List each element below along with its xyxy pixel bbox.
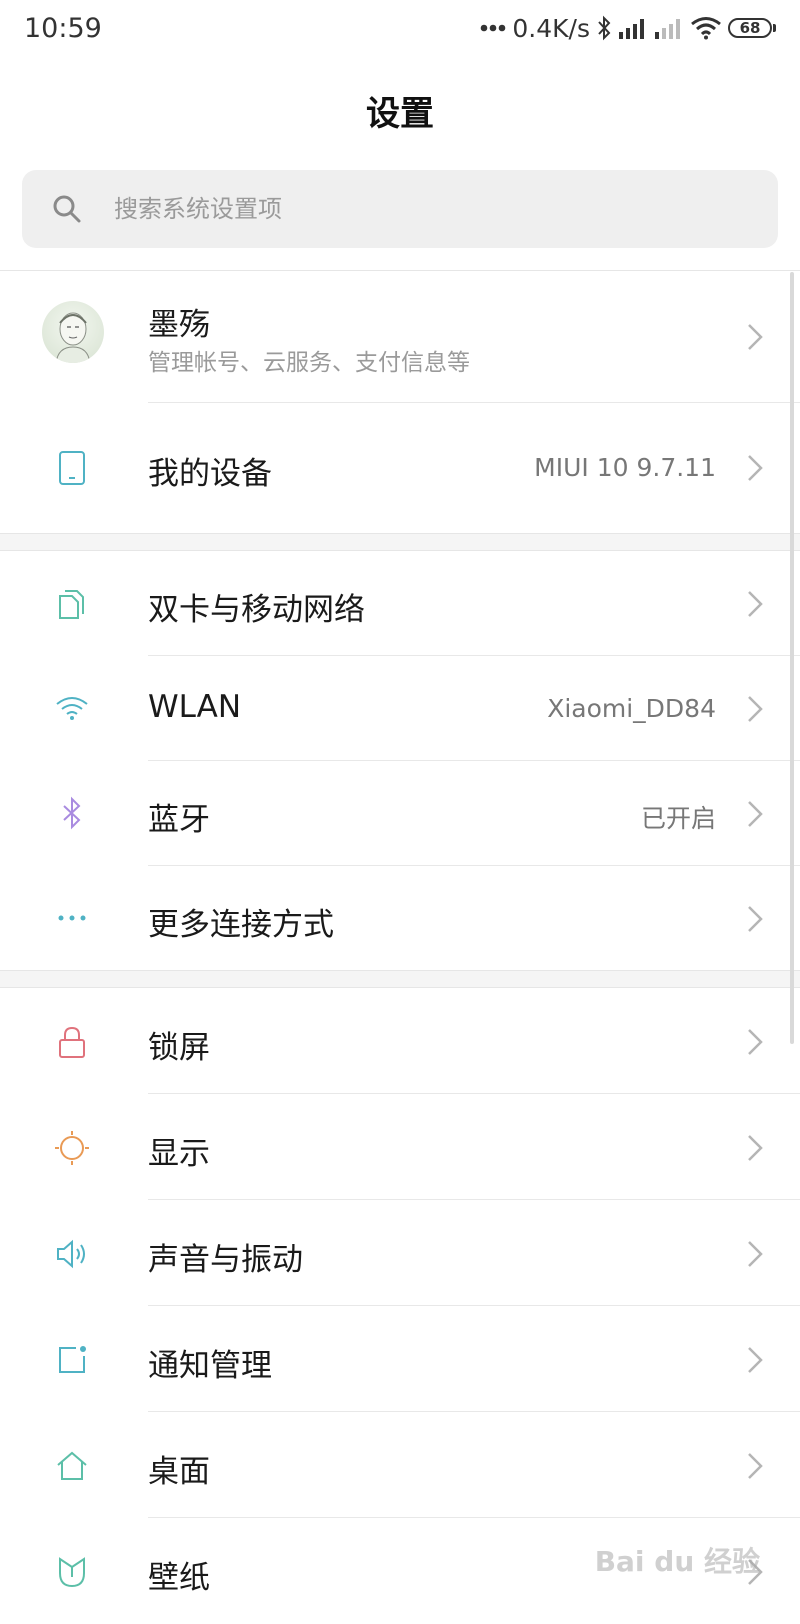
account-name: 墨殇 xyxy=(148,307,210,343)
wallpaper-icon xyxy=(52,1552,92,1592)
notification-row[interactable]: 通知管理 xyxy=(0,1306,800,1412)
my-device-value: MIUI 10 9.7.11 xyxy=(534,453,716,482)
settings-list: 墨殇 管理帐号、云服务、支付信息等 我的设备 MIUI 10 9.7.11 双卡… xyxy=(0,271,800,1624)
dual-sim-row[interactable]: 双卡与移动网络 xyxy=(0,551,800,656)
more-connections-label: 更多连接方式 xyxy=(148,907,334,943)
scrollbar[interactable] xyxy=(790,272,794,1044)
net-speed: 0.4K/s xyxy=(512,13,590,43)
chevron-right-icon xyxy=(748,591,763,617)
home-screen-row[interactable]: 桌面 xyxy=(0,1412,800,1518)
my-device-label: 我的设备 xyxy=(148,456,272,492)
wlan-label: WLAN xyxy=(148,689,242,725)
page-title: 设置 xyxy=(366,94,434,134)
signal-icon-1 xyxy=(619,19,644,39)
chevron-right-icon xyxy=(748,1347,763,1373)
wlan-row[interactable]: WLAN Xiaomi_DD84 xyxy=(0,656,800,761)
wallpaper-label: 壁纸 xyxy=(148,1560,210,1596)
section-gap xyxy=(0,533,800,551)
home-icon xyxy=(52,1446,92,1486)
status-time: 10:59 xyxy=(24,12,102,44)
wifi-status-icon xyxy=(691,17,721,40)
dual-sim-icon xyxy=(52,583,92,623)
chevron-right-icon xyxy=(748,455,763,481)
bluetooth-status-icon xyxy=(598,15,611,41)
search-icon xyxy=(53,195,81,223)
chevron-right-icon xyxy=(748,1135,763,1161)
display-label: 显示 xyxy=(148,1136,210,1172)
phone-icon xyxy=(52,448,92,488)
display-row[interactable]: 显示 xyxy=(0,1094,800,1200)
lock-screen-row[interactable]: 锁屏 xyxy=(0,988,800,1094)
search-bar[interactable] xyxy=(22,170,778,248)
signal-icon-2 xyxy=(655,19,680,39)
chevron-right-icon xyxy=(748,696,763,722)
chevron-right-icon xyxy=(748,801,763,827)
speaker-icon xyxy=(52,1234,92,1274)
wifi-icon xyxy=(52,688,92,728)
sound-label: 声音与振动 xyxy=(148,1242,303,1278)
chevron-right-icon xyxy=(748,324,763,350)
chevron-right-icon xyxy=(748,1453,763,1479)
section-gap xyxy=(0,970,800,988)
dual-sim-label: 双卡与移动网络 xyxy=(148,592,365,628)
more-connections-row[interactable]: 更多连接方式 xyxy=(0,866,800,970)
sound-row[interactable]: 声音与振动 xyxy=(0,1200,800,1306)
account-row[interactable]: 墨殇 管理帐号、云服务、支付信息等 xyxy=(0,271,800,403)
bluetooth-row[interactable]: 蓝牙 已开启 xyxy=(0,761,800,866)
notification-icon xyxy=(52,1340,92,1380)
lock-icon xyxy=(52,1022,92,1062)
notification-dots-icon xyxy=(481,24,506,32)
chevron-right-icon xyxy=(748,1029,763,1055)
chevron-right-icon xyxy=(748,906,763,932)
account-subtitle: 管理帐号、云服务、支付信息等 xyxy=(148,350,470,376)
lock-screen-label: 锁屏 xyxy=(148,1030,210,1066)
bluetooth-label: 蓝牙 xyxy=(148,802,210,838)
chevron-right-icon xyxy=(748,1241,763,1267)
search-input[interactable] xyxy=(112,194,716,224)
wlan-value: Xiaomi_DD84 xyxy=(547,694,716,723)
bluetooth-icon xyxy=(52,793,92,833)
avatar xyxy=(42,301,104,363)
more-dots-icon xyxy=(52,898,92,938)
sun-icon xyxy=(52,1128,92,1168)
status-icons: 0.4K/s 68 xyxy=(480,14,776,43)
notification-label: 通知管理 xyxy=(148,1348,272,1384)
my-device-row[interactable]: 我的设备 MIUI 10 9.7.11 xyxy=(0,403,800,533)
bluetooth-value: 已开启 xyxy=(640,804,716,833)
home-screen-label: 桌面 xyxy=(148,1454,210,1490)
battery-level: 68 xyxy=(739,19,761,37)
watermark: Bai du 经验 xyxy=(594,1545,760,1578)
status-bar: 10:59 0.4K/s 68 xyxy=(0,0,800,56)
battery-icon: 68 xyxy=(728,18,776,38)
